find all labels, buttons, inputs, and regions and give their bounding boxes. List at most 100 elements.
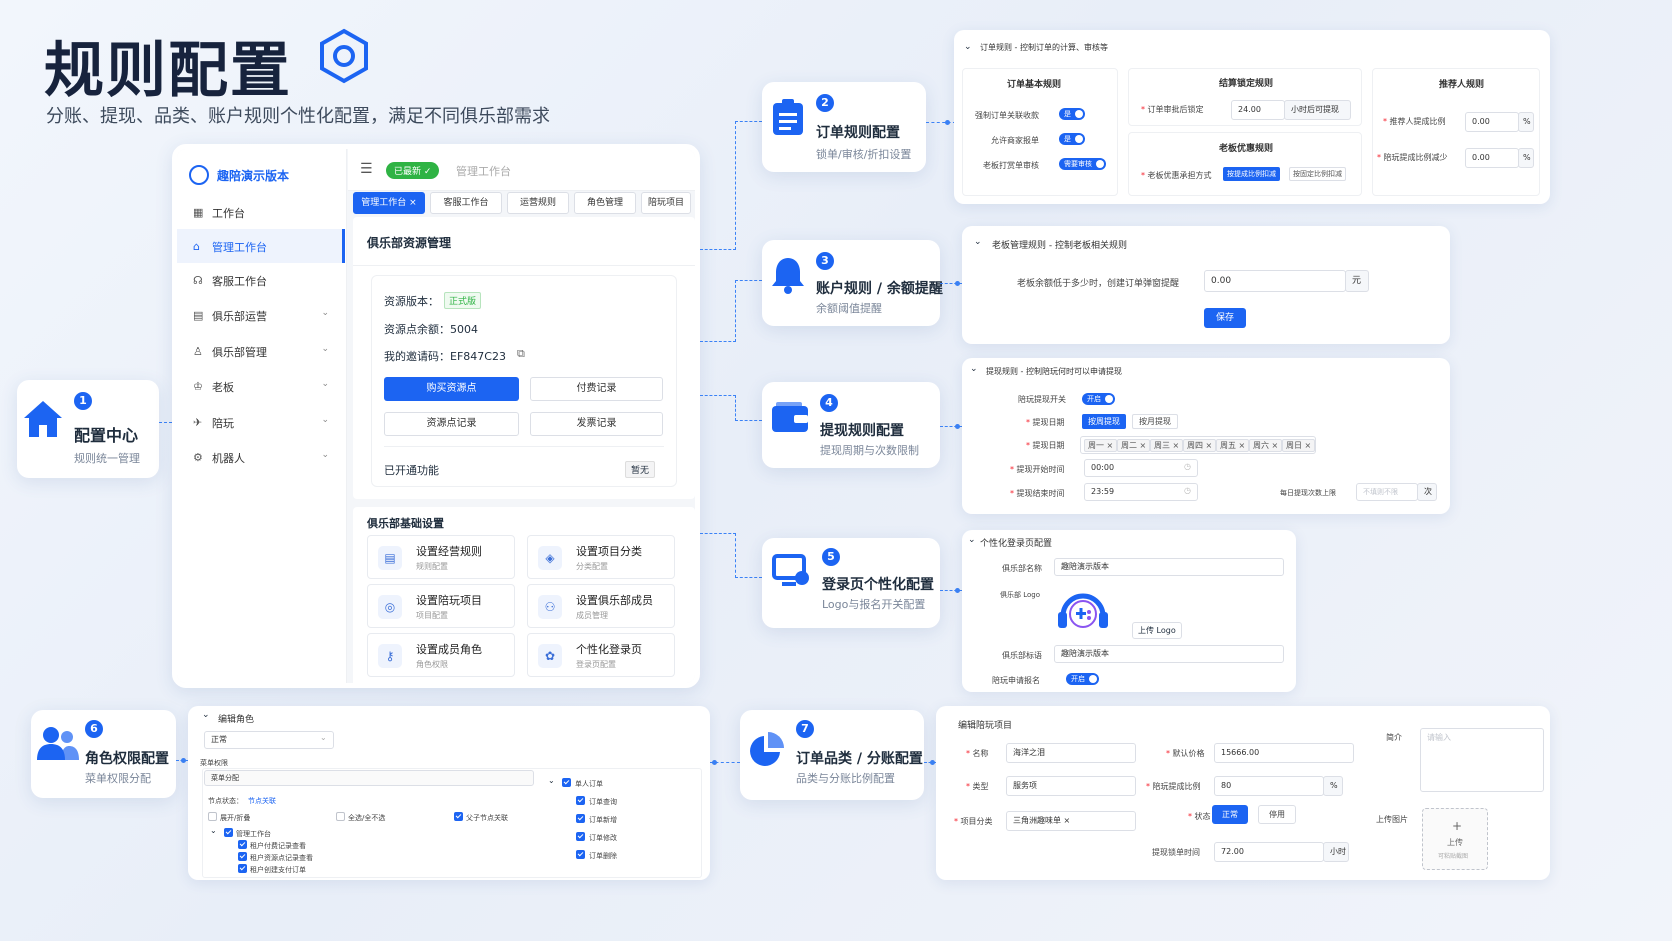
tile-item-category[interactable]: ◈ 设置项目分类 分类配置 — [527, 535, 675, 579]
item-lock-input[interactable]: 72.00 — [1214, 842, 1324, 862]
sidebar-item-service[interactable]: ☊ 客服工作台 — [177, 263, 345, 297]
role-status-select[interactable]: 正常 — [204, 731, 334, 749]
tree-checkbox[interactable] — [576, 796, 585, 805]
sidebar-item-boss[interactable]: ♔ 老板 ⌄ — [177, 369, 345, 403]
image-upload-box[interactable]: + 上传 可粘贴截图 — [1422, 808, 1488, 870]
headset-icon: ☊ — [193, 274, 203, 287]
withdraw-limit-input[interactable]: 不填则不限 — [1356, 483, 1418, 501]
version-label: 资源版本： — [384, 295, 439, 308]
toggle-allow-merchant[interactable]: 是 — [1059, 133, 1085, 145]
config-center-card[interactable]: 1 配置中心 规则统一管理 — [17, 380, 159, 478]
upload-logo-button[interactable]: 上传 Logo — [1132, 622, 1182, 639]
tree-checkbox[interactable] — [576, 814, 585, 823]
weekday-tag[interactable]: 周四 × — [1183, 439, 1217, 452]
chevron-down-icon[interactable]: ⌄ — [968, 535, 976, 545]
weekday-tag[interactable]: 周三 × — [1150, 439, 1184, 452]
tree-checkbox[interactable] — [576, 832, 585, 841]
limit-unit: 次 — [1417, 483, 1437, 501]
withdraw-weekly-option[interactable]: 按周提现 — [1082, 414, 1126, 429]
sidebar-item-club-manage[interactable]: ♙ 俱乐部管理 ⌄ — [177, 334, 345, 368]
invoice-record-button[interactable]: 发票记录 — [530, 412, 663, 436]
item-ratio-input[interactable]: 80 — [1214, 776, 1324, 796]
login-page-panel: ⌄ 个性化登录页配置 俱乐部名称 趣陪演示版本 俱乐部 Logo 上传 Logo… — [962, 530, 1296, 692]
node-link-link[interactable]: 节点关联 — [248, 796, 276, 806]
tab-manage-workbench[interactable]: 管理工作台 × — [353, 192, 425, 214]
sidebar-item-club-ops[interactable]: ▤ 俱乐部运营 ⌄ — [177, 298, 345, 332]
item-intro-textarea[interactable]: 请输入 — [1420, 728, 1544, 792]
tree-checkbox[interactable] — [238, 852, 247, 861]
pay-record-button[interactable]: 付费记录 — [530, 377, 663, 401]
resource-record-button[interactable]: 资源点记录 — [384, 412, 519, 436]
chevron-down-icon[interactable]: ⌄ — [970, 364, 978, 374]
item-category-select[interactable]: 三角洲趣味单 × — [1006, 811, 1136, 831]
copy-icon[interactable]: ⧉ — [517, 347, 525, 361]
weekday-tag[interactable]: 周二 × — [1117, 439, 1151, 452]
item-name-input[interactable]: 海洋之泪 — [1006, 743, 1136, 763]
expand-checkbox[interactable] — [208, 812, 217, 821]
tile-club-members[interactable]: ⚇ 设置俱乐部成员 成员管理 — [527, 584, 675, 628]
ref-reduce-input[interactable]: 0.00 — [1465, 148, 1519, 168]
tree-checkbox[interactable] — [238, 864, 247, 873]
weekday-tag[interactable]: 周六 × — [1249, 439, 1283, 452]
weekday-tag[interactable]: 周一 × — [1084, 439, 1118, 452]
sidebar-item-companion[interactable]: ✈ 陪玩 ⌄ — [177, 405, 345, 439]
tab-companion-items[interactable]: 陪玩项目 — [641, 192, 691, 214]
chevron-down-icon[interactable]: ⌄ — [548, 776, 555, 785]
sidebar-item-workbench[interactable]: ▦ 工作台 — [177, 195, 345, 229]
chevron-down-icon[interactable]: ⌄ — [974, 237, 982, 247]
user-icon: ♙ — [193, 345, 203, 358]
ref-ratio-input[interactable]: 0.00 — [1465, 112, 1519, 132]
tile-member-roles[interactable]: ⚷ 设置成员角色 角色权限 — [367, 633, 515, 677]
withdraw-start-input[interactable]: 00:00 — [1084, 459, 1198, 477]
feature-card-order-rules[interactable]: 2 订单规则配置 锁单/审核/折扣设置 — [762, 82, 926, 172]
chevron-down-icon[interactable]: ⌄ — [964, 42, 972, 52]
tree-checkbox[interactable] — [562, 778, 571, 787]
club-slogan-input[interactable]: 趣陪演示版本 — [1054, 645, 1284, 663]
feature-card-login-page[interactable]: 5 登录页个性化配置 Logo与报名开关配置 — [762, 538, 940, 628]
weekday-tag[interactable]: 周日 × — [1282, 439, 1316, 452]
toggle-force-link[interactable]: 是 — [1059, 108, 1085, 120]
feature-card-role-permissions[interactable]: 6 角色权限配置 菜单权限分配 — [31, 710, 176, 798]
save-button[interactable]: 保存 — [1204, 308, 1246, 328]
order-rules-panel: ⌄ 订单规则 - 控制订单的计算、审核等 订单基本规则 强制订单关联收款 是 允… — [954, 30, 1550, 204]
buy-resource-button[interactable]: 购买资源点 — [384, 377, 519, 401]
toggle-tip-review[interactable]: 需要审核 — [1059, 158, 1106, 170]
status-normal-option[interactable]: 正常 — [1212, 805, 1248, 824]
feature-card-account-rules[interactable]: 3 账户规则 / 余额提醒 余额阈值提醒 — [762, 240, 943, 326]
tab-ops-rules[interactable]: 运营规则 — [507, 192, 569, 214]
tree-checkbox[interactable] — [576, 850, 585, 859]
chevron-down-icon[interactable]: ⌄ — [210, 826, 217, 835]
tree-checkbox[interactable] — [238, 840, 247, 849]
item-panel-header: 编辑陪玩项目 — [958, 721, 1013, 731]
feature-card-withdraw-rules[interactable]: 4 提现规则配置 提现周期与次数限制 — [762, 382, 940, 468]
discount-option-ratio[interactable]: 按提成比例扣减 — [1223, 167, 1280, 181]
discount-option-fixed[interactable]: 按固定比例扣减 — [1289, 167, 1346, 181]
sidebar-item-robot[interactable]: ⚙ 机器人 ⌄ — [177, 440, 345, 474]
users-icon — [37, 726, 79, 763]
toggle-withdraw[interactable]: 开启 — [1082, 393, 1115, 405]
select-all-checkbox[interactable] — [336, 812, 345, 821]
sidebar-item-manage-workbench[interactable]: ⌂ 管理工作台 — [177, 229, 345, 263]
boss-threshold-input[interactable]: 0.00 — [1204, 270, 1346, 292]
withdraw-end-input[interactable]: 23:59 — [1084, 483, 1198, 501]
status-disabled-option[interactable]: 停用 — [1258, 805, 1296, 824]
tree-checkbox[interactable] — [224, 828, 233, 837]
page-subtitle: 分账、提现、品类、账户规则个性化配置，满足不同俱乐部需求 — [46, 106, 550, 127]
parent-link-checkbox[interactable] — [454, 812, 463, 821]
menu-toggle-icon[interactable]: ☰ — [360, 161, 373, 177]
feature-sub: 锁单/审核/折扣设置 — [816, 148, 912, 161]
withdraw-monthly-option[interactable]: 按月提现 — [1132, 414, 1178, 429]
tab-service-workbench[interactable]: 客服工作台 — [430, 192, 502, 214]
tile-companion-items[interactable]: ◎ 设置陪玩项目 项目配置 — [367, 584, 515, 628]
tile-login-page[interactable]: ✿ 个性化登录页 登录页配置 — [527, 633, 675, 677]
toggle-apply[interactable]: 开启 — [1066, 673, 1099, 685]
weekday-tag[interactable]: 周五 × — [1216, 439, 1250, 452]
club-name-input[interactable]: 趣陪演示版本 — [1054, 558, 1284, 576]
tab-role-manage[interactable]: 角色管理 — [574, 192, 636, 214]
item-price-input[interactable]: 15666.00 — [1214, 743, 1354, 763]
item-type-select[interactable]: 服务项 — [1006, 776, 1136, 796]
feature-card-order-category[interactable]: 7 订单品类 / 分账配置 品类与分账比例配置 — [740, 710, 924, 800]
lock-hours-input[interactable]: 24.00 — [1231, 100, 1285, 120]
tile-business-rules[interactable]: ▤ 设置经营规则 规则配置 — [367, 535, 515, 579]
chevron-down-icon[interactable]: ⌄ — [202, 710, 210, 720]
